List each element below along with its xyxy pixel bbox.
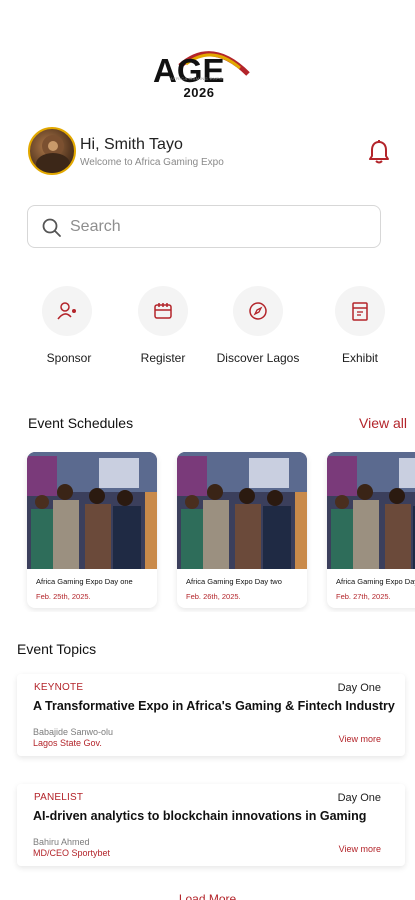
schedule-card[interactable]: Africa Gaming Expo Day two Feb. 26th, 20… bbox=[177, 452, 307, 608]
topic-day: Day One bbox=[337, 682, 381, 694]
logo-text: AGE bbox=[153, 52, 225, 89]
topic-card[interactable]: KEYNOTE Day One A Transformative Expo in… bbox=[17, 674, 405, 756]
search-input[interactable] bbox=[70, 214, 360, 240]
event-photo bbox=[327, 452, 415, 569]
topic-day: Day One bbox=[337, 792, 381, 804]
event-photo bbox=[177, 452, 307, 569]
view-more-link[interactable]: View more bbox=[339, 734, 381, 744]
compass-icon bbox=[233, 286, 283, 336]
schedule-card[interactable]: Africa Gaming Expo Day Feb. 27th, 2025. bbox=[327, 452, 415, 608]
quick-action-exhibit[interactable]: Exhibit bbox=[305, 286, 415, 376]
exhibit-icon bbox=[335, 286, 385, 336]
quick-action-label: Register bbox=[140, 351, 186, 365]
schedule-card[interactable]: Africa Gaming Expo Day one Feb. 25th, 20… bbox=[27, 452, 157, 608]
section-title-topics: Event Topics bbox=[17, 641, 97, 657]
quick-action-label: Exhibit bbox=[341, 351, 379, 365]
load-more-button[interactable]: Load More bbox=[0, 892, 415, 900]
quick-action-register[interactable]: Register bbox=[108, 286, 218, 376]
schedule-card-date: Feb. 25th, 2025. bbox=[36, 592, 91, 601]
quick-action-label: Discover Lagos bbox=[216, 351, 300, 365]
view-more-link[interactable]: View more bbox=[339, 844, 381, 854]
quick-action-discover-lagos[interactable]: Discover Lagos bbox=[203, 286, 313, 376]
schedule-card-date: Feb. 26th, 2025. bbox=[186, 592, 241, 601]
topic-title: A Transformative Expo in Africa's Gaming… bbox=[33, 699, 395, 713]
topic-tag: KEYNOTE bbox=[34, 682, 84, 693]
topic-card[interactable]: PANELIST Day One AI-driven analytics to … bbox=[17, 784, 405, 866]
schedule-card-date: Feb. 27th, 2025. bbox=[336, 592, 391, 601]
topic-speaker: Babajide Sanwo-olu bbox=[33, 727, 114, 737]
schedule-carousel: Africa Gaming Expo Day one Feb. 25th, 20… bbox=[0, 452, 415, 612]
search-icon bbox=[42, 218, 61, 237]
greeting-subtitle: Welcome to Africa Gaming Expo bbox=[80, 157, 224, 168]
topic-speaker: Bahiru Ahmed bbox=[33, 837, 90, 847]
section-title-schedules: Event Schedules bbox=[28, 415, 134, 431]
schedule-card-title: Africa Gaming Expo Day one bbox=[36, 577, 133, 586]
avatar[interactable] bbox=[28, 127, 76, 175]
sponsor-icon bbox=[42, 286, 92, 336]
schedule-card-title: Africa Gaming Expo Day two bbox=[186, 577, 282, 586]
topic-tag: PANELIST bbox=[34, 792, 84, 803]
topic-title: AI-driven analytics to blockchain innova… bbox=[33, 809, 367, 823]
app-logo: AGE AFRICA GAMING EXPO 2026 bbox=[150, 44, 260, 104]
topic-organization: MD/CEO Sportybet bbox=[33, 848, 111, 858]
topic-organization: Lagos State Gov. bbox=[33, 738, 102, 748]
schedule-card-title: Africa Gaming Expo Day bbox=[336, 577, 415, 586]
event-photo bbox=[27, 452, 157, 569]
greeting-header: Hi, Smith Tayo Welcome to Africa Gaming … bbox=[28, 127, 395, 177]
greeting-name: Hi, Smith Tayo bbox=[80, 136, 183, 153]
logo-tagline: AFRICA GAMING EXPO bbox=[170, 76, 224, 81]
quick-actions: Sponsor Register Discover Lagos Exhibit bbox=[0, 286, 415, 376]
logo-year: 2026 bbox=[183, 85, 215, 100]
bell-icon[interactable] bbox=[367, 139, 391, 165]
register-icon bbox=[138, 286, 188, 336]
search-bar[interactable] bbox=[27, 205, 381, 248]
view-all-link[interactable]: View all bbox=[359, 415, 407, 431]
